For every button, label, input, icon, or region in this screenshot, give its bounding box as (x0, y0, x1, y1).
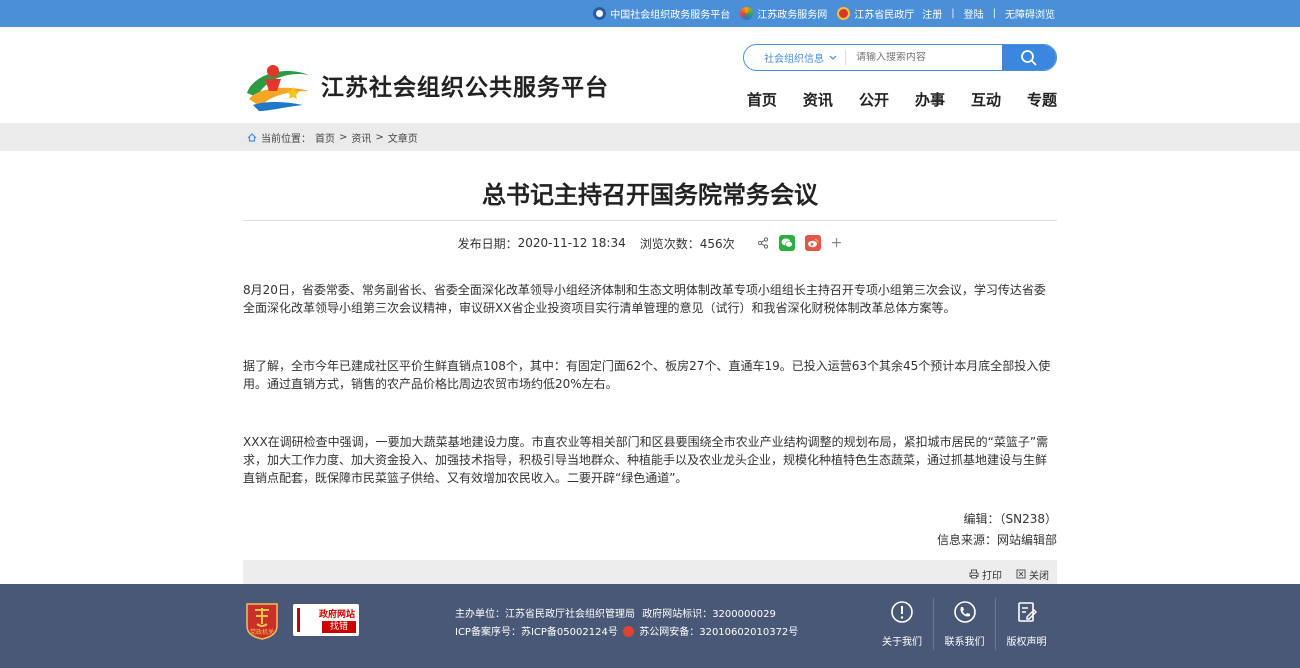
search-icon (1021, 49, 1037, 66)
article-meta: 发布日期： 2020-11-12 18:34 浏览次数： 456次 + (243, 221, 1057, 265)
weibo-share-icon[interactable] (804, 235, 821, 251)
print-label: 打印 (982, 570, 1002, 582)
nav-item-news[interactable]: 资讯 (803, 89, 833, 110)
footer-nav: 关于我们 联系我们 版权声明 (871, 598, 1057, 650)
publish-date: 2020-11-12 18:34 (517, 236, 626, 250)
more-share-icon[interactable]: + (831, 235, 843, 251)
footer-copyright[interactable]: 版权声明 (995, 598, 1057, 650)
topbar-link-china-platform[interactable]: 中国社会组织政务服务平台 (593, 6, 730, 21)
footer-icp-line: ICP备案序号：苏ICP备05002124号 苏公网安备：32010602010… (455, 624, 798, 642)
footer-about-us[interactable]: 关于我们 (871, 598, 933, 650)
icp-link[interactable]: 苏ICP备05002124号 (521, 627, 618, 638)
views-label: 浏览次数： (639, 236, 700, 251)
footer-host-line: 主办单位：江苏省民政厅社会组织管理局 政府网站标识：3200000029 (455, 606, 798, 624)
divider: | (992, 8, 996, 19)
party-logo-text: 党政机关 (250, 628, 274, 636)
info-icon (891, 601, 913, 623)
print-button[interactable]: 打印 (969, 567, 1002, 582)
close-icon (1016, 569, 1026, 579)
accessible-browse-link[interactable]: 无障碍浏览 (1005, 6, 1055, 21)
icp-label: ICP备案序号： (455, 627, 521, 638)
close-label: 关闭 (1029, 570, 1049, 582)
source-label: 信息来源： (936, 533, 997, 547)
topbar-link-jiangsu-gov[interactable]: 江苏政务服务网 (740, 6, 827, 21)
breadcrumb-item-news[interactable]: 资讯 (351, 130, 371, 145)
gov-site-logo-line2: 找错 (322, 621, 356, 633)
site-id-value: 3200000029 (712, 609, 776, 620)
article-title: 总书记主持召开国务院常务会议 (243, 151, 1057, 221)
login-link[interactable]: 登陆 (964, 6, 984, 21)
breadcrumb-separator: > (339, 131, 348, 143)
site-logo[interactable]: 江苏社会组织公共服务平台 (243, 57, 609, 113)
register-link[interactable]: 注册 (922, 6, 942, 21)
footer-link-label: 版权声明 (1006, 637, 1047, 648)
article-paragraph: 据了解，全市今年已建成社区平价生鲜直销点108个，其中：有固定门面62个、板房2… (243, 359, 1051, 391)
globe-icon (593, 7, 607, 20)
editor-value: （SN238） (999, 512, 1058, 526)
close-button[interactable]: 关闭 (1016, 567, 1049, 582)
breadcrumb: 当前位置： 首页 > 资讯 > 文章页 (243, 123, 1057, 151)
nav-item-topics[interactable]: 专题 (1027, 89, 1057, 110)
footer: 党政机关 政府网站 找错 主办单位：江苏省民政厅社会组织管理局 政府网站标识：3… (0, 584, 1300, 668)
nav-item-home[interactable]: 首页 (747, 89, 777, 110)
article-paragraph: XXX在调研检查中强调，一要加大蔬菜基地建设力度。市直农业等相关部门和区县要围绕… (243, 435, 1049, 485)
breadcrumb-separator: > (375, 131, 384, 143)
article-paragraph: 8月20日，省委常委、常务副省长、省委全面深化改革领导小组经济体制和生态文明体制… (243, 283, 1046, 315)
breadcrumb-item-current: 文章页 (387, 133, 418, 145)
topbar-link-label: 中国社会组织政务服务平台 (610, 10, 731, 21)
footer-link-label: 联系我们 (944, 637, 985, 648)
footer-link-label: 关于我们 (882, 637, 922, 648)
breadcrumb-item-home[interactable]: 首页 (315, 130, 335, 145)
article-credits: 编辑：（SN238） 信息来源：网站编辑部 (243, 509, 1057, 551)
printer-icon (969, 569, 979, 579)
article: 总书记主持召开国务院常务会议 发布日期： 2020-11-12 18:34 浏览次… (243, 151, 1057, 588)
breadcrumb-prefix: 当前位置： (261, 133, 311, 145)
site-title: 江苏社会组织公共服务平台 (321, 75, 609, 101)
search-box: 社会组织信息 (743, 44, 1057, 71)
topbar-link-label: 江苏政务服务网 (757, 10, 828, 21)
footer-contact-us[interactable]: 联系我们 (933, 598, 995, 650)
logo-mark (297, 608, 317, 632)
source-value: 网站编辑部 (996, 533, 1057, 547)
police-badge-icon (623, 626, 635, 637)
edit-document-icon (1017, 602, 1037, 622)
host-value: 江苏省民政厅社会组织管理局 (505, 609, 635, 620)
header: 江苏社会组织公共服务平台 社会组织信息 首页 资讯 公开 办事 互动 专题 (0, 27, 1300, 123)
gov-site-error-logo[interactable]: 政府网站 找错 (293, 604, 359, 636)
phone-icon (953, 601, 976, 623)
source-line: 信息来源：网站编辑部 (243, 530, 1057, 551)
divider: | (951, 8, 955, 19)
top-bar: 中国社会组织政务服务平台 江苏政务服务网 江苏省民政厅 注册 | 登陆 | 无障… (0, 0, 1300, 27)
editor-label: 编辑： (963, 512, 1000, 526)
search-category-label: 社会组织信息 (764, 54, 824, 65)
logo-mark-icon (247, 65, 309, 111)
breadcrumb-bar: 当前位置： 首页 > 资讯 > 文章页 (0, 123, 1300, 151)
topbar-link-civil-affairs[interactable]: 江苏省民政厅 (837, 6, 914, 21)
search-button[interactable] (1002, 45, 1056, 70)
nav-item-services[interactable]: 办事 (915, 89, 945, 110)
search-category-select[interactable]: 社会组织信息 (744, 50, 846, 65)
home-icon (247, 132, 257, 142)
chevron-down-icon (829, 55, 837, 60)
share-icon[interactable] (757, 237, 769, 249)
editor-line: 编辑：（SN238） (243, 509, 1057, 530)
share-bar: + (757, 235, 843, 251)
search-input[interactable] (846, 52, 1002, 63)
party-government-logo[interactable]: 党政机关 (245, 600, 279, 640)
police-label: 苏公网安备： (639, 627, 700, 638)
host-label: 主办单位： (455, 609, 505, 620)
footer-info: 主办单位：江苏省民政厅社会组织管理局 政府网站标识：3200000029 ICP… (455, 606, 798, 642)
emblem-icon (837, 7, 851, 20)
views-count: 456次 (699, 236, 735, 251)
nav-item-public[interactable]: 公开 (859, 89, 889, 110)
wechat-share-icon[interactable] (778, 235, 795, 251)
article-body: 8月20日，省委常委、常务副省长、省委全面深化改革领导小组经济体制和生态文明体制… (243, 265, 1057, 487)
swirl-icon (740, 7, 754, 20)
site-id-label: 政府网站标识： (642, 609, 713, 620)
publish-date-label: 发布日期： (457, 236, 518, 251)
nav-item-interact[interactable]: 互动 (971, 89, 1001, 110)
police-link[interactable]: 32010602010372号 (699, 627, 798, 638)
main-nav: 首页 资讯 公开 办事 互动 专题 (747, 89, 1057, 110)
topbar-link-label: 江苏省民政厅 (854, 10, 915, 21)
